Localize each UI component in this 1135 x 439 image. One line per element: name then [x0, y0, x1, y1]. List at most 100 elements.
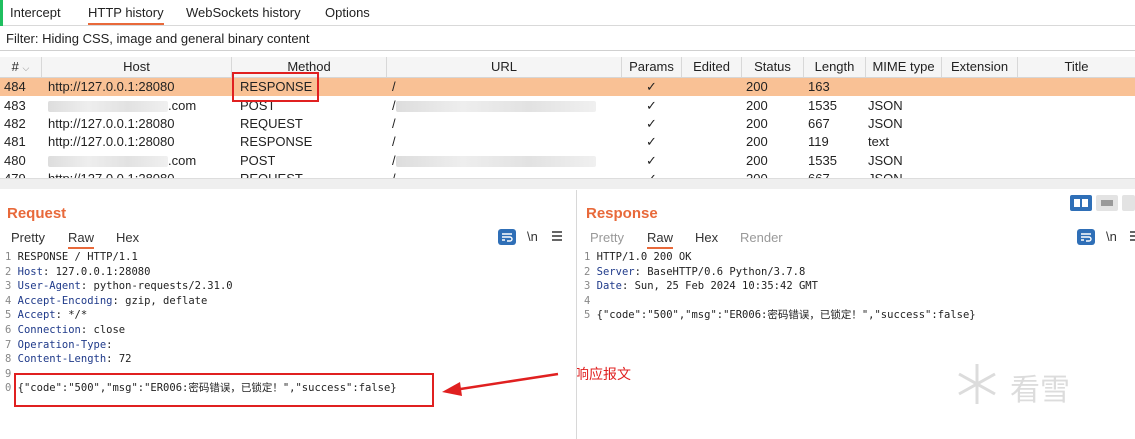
horizontal-scrollbar[interactable] — [0, 178, 1135, 189]
column-header-length[interactable]: Length — [804, 57, 866, 77]
redacted-url — [395, 101, 596, 113]
row-url: / — [392, 79, 396, 94]
row-params-check-icon: ✓ — [646, 98, 657, 113]
column-header-status[interactable]: Status — [742, 57, 804, 77]
column-header-title[interactable]: Title — [1018, 57, 1135, 77]
row-status: 200 — [746, 116, 768, 131]
row-method: REQUEST — [240, 116, 303, 131]
menu-icon[interactable] — [1128, 229, 1135, 245]
row-status: 200 — [746, 153, 768, 168]
table-row[interactable]: 481 http://127.0.0.1:28080 RESPONSE / ✓ … — [0, 133, 1135, 151]
row-host: http://127.0.0.1:28080 — [48, 134, 175, 149]
filter-text[interactable]: Filter: Hiding CSS, image and general bi… — [6, 31, 310, 46]
column-header-url[interactable]: URL — [387, 57, 622, 77]
column-header-extension[interactable]: Extension — [942, 57, 1018, 77]
tab-intercept[interactable]: Intercept — [10, 5, 61, 23]
row-method: POST — [240, 153, 276, 168]
row-number: 484 — [4, 79, 26, 94]
row-mime: JSON — [868, 98, 903, 113]
column-header-params[interactable]: Params — [622, 57, 682, 77]
row-length: 1535 — [808, 153, 837, 168]
menu-icon[interactable] — [550, 229, 568, 245]
row-params-check-icon: ✓ — [646, 116, 657, 131]
row-params-check-icon: ✓ — [646, 134, 657, 149]
row-status: 200 — [746, 134, 768, 149]
redacted-url — [395, 156, 596, 168]
response-tab-pretty[interactable]: Pretty — [590, 230, 624, 245]
row-url: / — [392, 97, 596, 115]
sort-chevron-icon: ⌵ — [22, 63, 30, 73]
tab-websockets-history[interactable]: WebSockets history — [186, 5, 301, 23]
horizontal-layout-icon[interactable] — [1096, 195, 1118, 211]
row-method: RESPONSE — [240, 134, 313, 149]
table-row[interactable]: 480 .com POST / ✓ 200 1535 JSON — [0, 152, 1135, 170]
table-row[interactable]: 483 .com POST / ✓ 200 1535 JSON — [0, 97, 1135, 115]
row-length: 667 — [808, 116, 830, 131]
row-url: / — [392, 152, 596, 170]
row-mime: JSON — [868, 170, 903, 178]
row-method: REQUEST — [240, 170, 303, 178]
response-tab-raw[interactable]: Raw — [647, 230, 674, 249]
row-url: / — [392, 116, 396, 131]
table-row[interactable]: 484 http://127.0.0.1:28080 RESPONSE / ✓ … — [0, 78, 1135, 96]
show-newlines-button[interactable]: \n — [1106, 229, 1117, 244]
row-host: .com — [48, 152, 196, 170]
column-header-edited[interactable]: Edited — [682, 57, 742, 77]
row-host: http://127.0.0.1:28080 — [48, 116, 175, 131]
request-title: Request — [7, 205, 67, 222]
watermark-text: 看雪 — [1010, 374, 1070, 407]
snowflake-watermark-icon — [958, 364, 996, 404]
row-length: 1535 — [808, 98, 837, 113]
row-host: http://127.0.0.1:28080 — [48, 170, 175, 178]
response-tab-hex[interactable]: Hex — [695, 230, 718, 245]
wrap-lines-icon[interactable] — [1077, 229, 1095, 245]
annotation-label: 响应报文 — [575, 366, 631, 382]
row-params-check-icon: ✓ — [646, 170, 657, 178]
show-newlines-button[interactable]: \n — [527, 229, 538, 244]
top-tab-bar: Intercept HTTP history WebSockets histor… — [0, 0, 1135, 46]
wrap-lines-icon[interactable] — [498, 229, 516, 245]
response-editor[interactable]: 1 HTTP/1.0 200 OK 2 Server: BaseHTTP/0.6… — [584, 250, 976, 323]
column-header-number[interactable]: # ⌵ — [0, 57, 42, 77]
row-number: 481 — [4, 134, 26, 149]
row-length: 667 — [808, 170, 830, 178]
request-tab-hex[interactable]: Hex — [116, 230, 139, 245]
column-header-host[interactable]: Host — [42, 57, 232, 77]
row-mime: text — [868, 134, 889, 149]
tab-http-history[interactable]: HTTP history — [88, 5, 164, 25]
row-number: 480 — [4, 153, 26, 168]
row-url: / — [392, 170, 396, 178]
row-host: http://127.0.0.1:28080 — [48, 79, 175, 94]
request-body-highlight-box — [14, 373, 434, 407]
row-url: / — [392, 134, 396, 149]
request-tab-raw[interactable]: Raw — [68, 230, 95, 249]
row-length: 163 — [808, 79, 830, 94]
panel-divider[interactable] — [576, 190, 577, 439]
row-status: 200 — [746, 170, 768, 178]
tab-options[interactable]: Options — [325, 5, 370, 23]
response-title: Response — [586, 205, 658, 222]
filter-bar[interactable]: Filter: Hiding CSS, image and general bi… — [0, 26, 1135, 51]
table-row[interactable]: 482 http://127.0.0.1:28080 REQUEST / ✓ 2… — [0, 115, 1135, 133]
request-tab-pretty[interactable]: Pretty — [11, 230, 45, 245]
row-length: 119 — [808, 134, 829, 149]
row-host: .com — [48, 97, 196, 115]
column-header-mime-type[interactable]: MIME type — [866, 57, 942, 77]
vertical-layout-icon[interactable] — [1122, 195, 1135, 211]
split-view-icon[interactable] — [1070, 195, 1092, 211]
method-highlight-box — [232, 72, 319, 102]
response-tab-render[interactable]: Render — [740, 230, 783, 245]
table-row[interactable]: 479 http://127.0.0.1:28080 REQUEST / ✓ 2… — [0, 170, 1135, 178]
row-status: 200 — [746, 79, 768, 94]
row-number: 482 — [4, 116, 26, 131]
row-mime: JSON — [868, 116, 903, 131]
annotation-arrow-icon — [442, 372, 559, 396]
redacted-host — [48, 156, 168, 168]
row-status: 200 — [746, 98, 768, 113]
row-number: 483 — [4, 98, 26, 113]
row-params-check-icon: ✓ — [646, 153, 657, 168]
row-number: 479 — [4, 170, 26, 178]
table-header: # ⌵ Host Method URL Params Edited Status… — [0, 57, 1135, 78]
row-mime: JSON — [868, 153, 903, 168]
row-params-check-icon: ✓ — [646, 79, 657, 94]
